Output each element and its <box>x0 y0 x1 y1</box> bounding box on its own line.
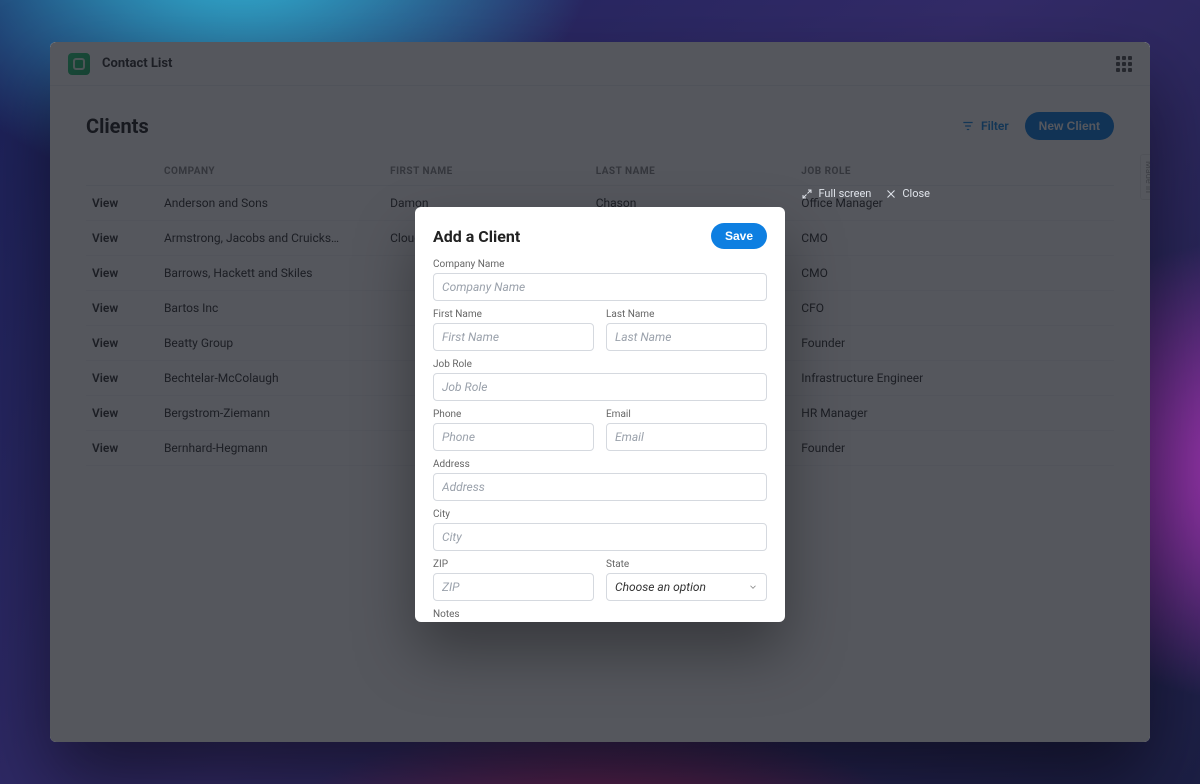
state-select[interactable]: Choose an option <box>606 573 767 601</box>
close-label: Close <box>902 187 930 200</box>
state-label: State <box>606 559 767 570</box>
city-input[interactable] <box>433 523 767 551</box>
close-button[interactable]: Close <box>885 187 930 200</box>
address-label: Address <box>433 459 767 470</box>
fullscreen-label: Full screen <box>818 187 871 200</box>
lastname-input[interactable] <box>606 323 767 351</box>
modal-title: Add a Client <box>433 227 520 246</box>
zip-label: ZIP <box>433 559 594 570</box>
jobrole-label: Job Role <box>433 359 767 370</box>
close-icon <box>885 188 897 200</box>
email-label: Email <box>606 409 767 420</box>
dialog-controls: Full screen Close <box>801 187 930 200</box>
city-label: City <box>433 509 767 520</box>
chevron-down-icon <box>748 582 758 592</box>
add-client-modal: Add a Client Save Company Name First Nam… <box>415 207 785 622</box>
app-window: Contact List Clients Filter New Client C… <box>50 42 1150 742</box>
fullscreen-icon <box>801 188 813 200</box>
modal-header: Add a Client Save <box>433 223 767 249</box>
modal-wrapper: Add a Client Save Company Name First Nam… <box>50 42 1150 742</box>
jobrole-input[interactable] <box>433 373 767 401</box>
save-button[interactable]: Save <box>711 223 767 249</box>
phone-input[interactable] <box>433 423 594 451</box>
state-select-value: Choose an option <box>615 580 706 594</box>
address-input[interactable] <box>433 473 767 501</box>
fullscreen-button[interactable]: Full screen <box>801 187 871 200</box>
company-input[interactable] <box>433 273 767 301</box>
company-label: Company Name <box>433 259 767 270</box>
firstname-input[interactable] <box>433 323 594 351</box>
firstname-label: First Name <box>433 309 594 320</box>
email-input[interactable] <box>606 423 767 451</box>
phone-label: Phone <box>433 409 594 420</box>
zip-input[interactable] <box>433 573 594 601</box>
lastname-label: Last Name <box>606 309 767 320</box>
notes-label: Notes <box>433 609 767 620</box>
